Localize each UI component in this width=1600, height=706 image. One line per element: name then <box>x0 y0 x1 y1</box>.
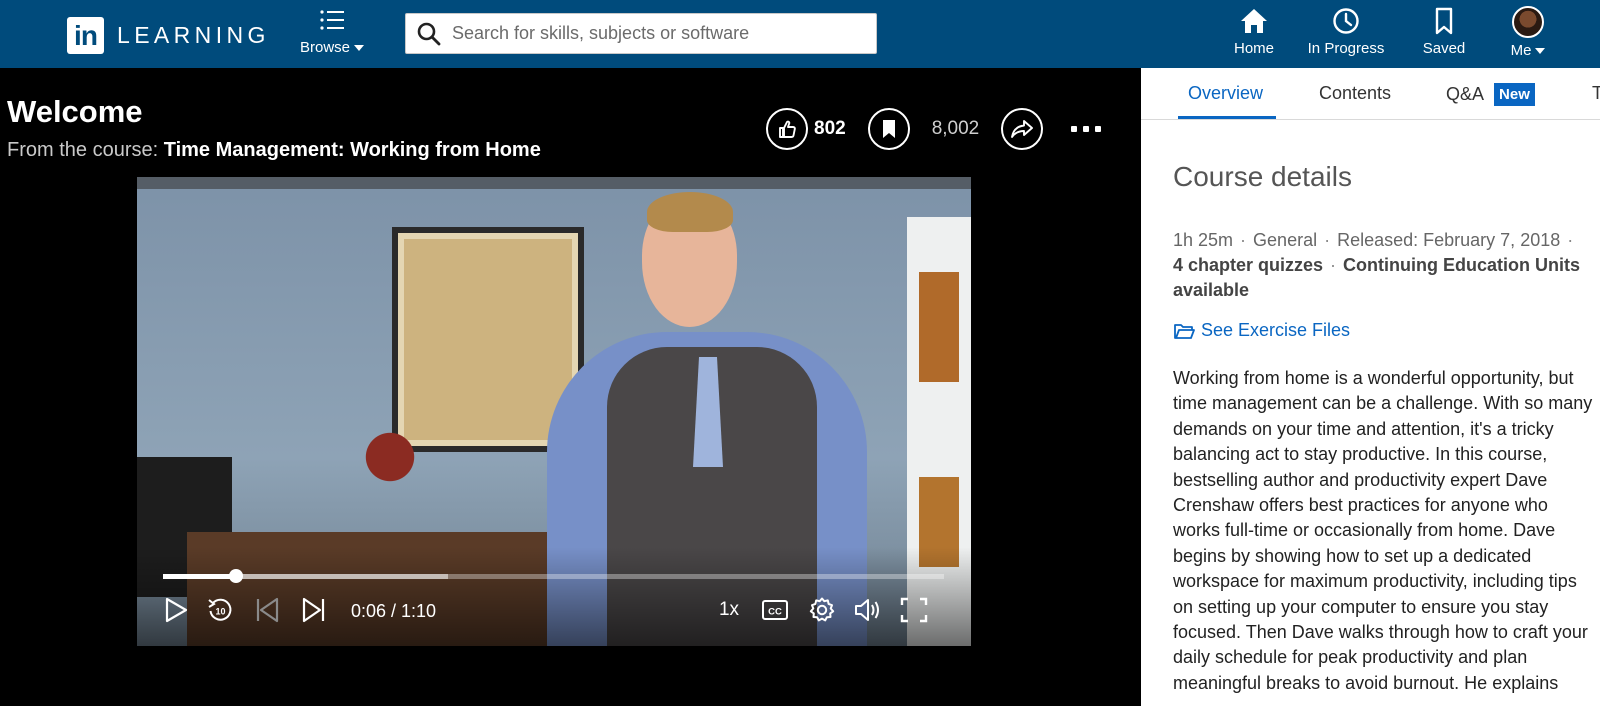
bookmark-icon <box>1435 7 1453 35</box>
list-icon <box>320 10 344 30</box>
progress-fill <box>163 574 236 579</box>
ceu-label: Continuing Education Units <box>1343 255 1581 275</box>
volume-icon <box>855 599 879 621</box>
tab-qa[interactable]: Q&A New <box>1446 83 1535 106</box>
bookmark-icon <box>882 120 895 138</box>
closed-captions-icon: CC <box>762 600 788 620</box>
video-section: Welcome From the course: Time Management… <box>0 68 1141 706</box>
tab-qa-label: Q&A <box>1446 84 1485 104</box>
top-navigation: in LEARNING Browse Home In Progress <box>0 0 1600 68</box>
video-progress-bar[interactable] <box>163 569 944 583</box>
ceu-suffix: available <box>1173 280 1250 300</box>
panel-tabs: Overview Contents Q&A New T <box>1141 68 1600 120</box>
like-button[interactable] <box>766 108 808 150</box>
level: General <box>1253 230 1318 250</box>
previous-button[interactable] <box>252 595 282 625</box>
logo-text: LEARNING <box>117 22 270 48</box>
release-date: Released: February 7, 2018 <box>1337 230 1561 250</box>
course-meta: 1h 25m · General · Released: February 7, 201… <box>1173 230 1581 300</box>
rewind-10-button[interactable]: 10 <box>205 595 235 625</box>
video-player[interactable]: 10 0:06 / 1:10 1x CC <box>137 177 971 646</box>
more-options-icon[interactable] <box>1071 119 1102 139</box>
video-title: Welcome <box>7 94 143 129</box>
folder-icon <box>1174 323 1195 339</box>
tab-overview[interactable]: Overview <box>1188 83 1263 104</box>
skip-previous-icon <box>256 597 279 623</box>
caret-down-icon <box>1535 48 1546 55</box>
nav-in-progress[interactable]: In Progress <box>1302 6 1390 57</box>
fullscreen-icon <box>900 597 928 623</box>
volume-button[interactable] <box>851 595 885 625</box>
play-icon <box>165 597 188 623</box>
gear-icon <box>809 597 835 622</box>
svg-text:10: 10 <box>215 607 225 617</box>
share-icon <box>1011 120 1034 138</box>
thumbs-up-icon <box>779 120 796 138</box>
search-bar <box>405 13 877 54</box>
nav-saved-label: Saved <box>1422 40 1466 57</box>
save-count: 8,002 <box>931 118 980 139</box>
course-prefix: From the course: <box>7 139 159 161</box>
browse-menu-button[interactable]: Browse <box>296 9 368 56</box>
settings-button[interactable] <box>805 595 839 625</box>
closed-captions-button[interactable]: CC <box>758 595 792 625</box>
course-name-link[interactable]: Time Management: Working from Home <box>164 139 541 161</box>
active-tab-indicator <box>1178 116 1276 119</box>
exercise-files-label: See Exercise Files <box>1201 320 1351 340</box>
course-line: From the course: Time Management: Workin… <box>7 139 541 162</box>
nav-me[interactable]: Me <box>1500 6 1556 59</box>
caret-down-icon <box>354 45 365 52</box>
save-video-button[interactable] <box>867 108 910 150</box>
clock-icon <box>1333 8 1359 34</box>
skip-next-icon <box>302 597 325 623</box>
tab-truncated[interactable]: T <box>1592 83 1600 104</box>
fullscreen-button[interactable] <box>897 595 931 625</box>
tab-contents[interactable]: Contents <box>1319 83 1391 104</box>
search-icon <box>417 22 441 45</box>
next-button[interactable] <box>299 595 329 625</box>
nav-in-progress-label: In Progress <box>1307 40 1385 57</box>
nav-home[interactable]: Home <box>1220 6 1288 57</box>
course-details-heading: Course details <box>1173 161 1352 192</box>
like-count: 802 <box>814 118 846 139</box>
home-icon <box>1241 9 1267 33</box>
see-exercise-files-link[interactable]: See Exercise Files <box>1173 320 1350 341</box>
duration: 1h 25m <box>1173 230 1234 250</box>
nav-home-label: Home <box>1233 40 1274 57</box>
video-actions: 802 8,002 <box>766 108 1102 150</box>
linkedin-in-logo: in <box>67 17 104 54</box>
scrubber-handle[interactable] <box>228 569 243 583</box>
playback-speed-button[interactable]: 1x <box>712 595 746 625</box>
browse-label: Browse <box>299 39 351 56</box>
new-badge: New <box>1494 83 1535 106</box>
course-description: Working from home is a wonderful opportu… <box>1173 368 1593 693</box>
nav-saved[interactable]: Saved <box>1412 6 1476 57</box>
nav-me-label: Me <box>1510 42 1532 59</box>
search-input[interactable] <box>452 23 852 44</box>
time-display: 0:06 / 1:10 <box>351 601 437 621</box>
rewind-10-icon: 10 <box>208 598 232 621</box>
linkedin-learning-logo[interactable]: in LEARNING <box>67 17 270 54</box>
share-button[interactable] <box>1001 108 1044 150</box>
svg-text:CC: CC <box>768 607 782 618</box>
avatar <box>1512 6 1544 38</box>
course-panel: Overview Contents Q&A New T Course detail… <box>1141 68 1600 706</box>
play-button[interactable] <box>161 595 191 625</box>
quiz-count: 4 chapter quizzes <box>1173 255 1324 275</box>
speed-label: 1x <box>718 599 740 620</box>
